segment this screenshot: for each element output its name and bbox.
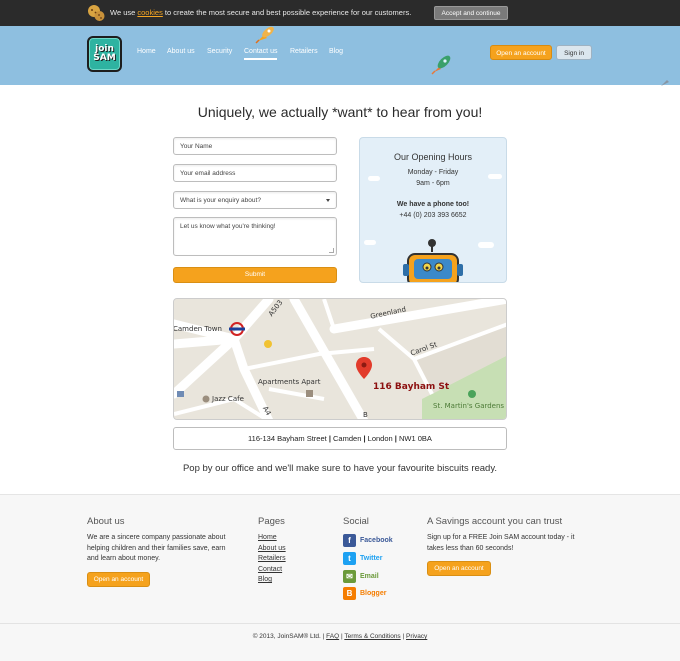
nav-contact-us[interactable]: Contact us [244, 48, 278, 60]
about-text: We are a sincere company passionate abou… [87, 534, 226, 562]
pages-heading: Pages [258, 516, 285, 527]
name-field[interactable]: Your Name [173, 137, 337, 155]
footer-divider [0, 623, 680, 624]
footer-savings-open-account-button[interactable]: Open an account [427, 561, 491, 576]
site-footer: About us We are a sincere company passio… [0, 494, 680, 661]
office-tagline: Pop by our office and we'll make sure to… [182, 463, 498, 474]
rocket-icon [661, 80, 669, 86]
location-map[interactable]: Camden Town A503 Greenland Carol St Apar… [173, 298, 507, 420]
email-icon: ✉ [343, 570, 356, 583]
phone-number[interactable]: +44 (0) 203 393 6652 [360, 212, 506, 219]
hours-time: 9am - 6pm [416, 180, 450, 187]
map-marker-label: 116 Bayham St [373, 382, 450, 392]
map-label: Jazz Cafe [212, 395, 244, 403]
enquiry-select[interactable]: What is your enquiry about? [173, 191, 337, 209]
nav-security[interactable]: Security [207, 48, 232, 55]
faq-link[interactable]: FAQ [326, 633, 339, 640]
rocket-icon [255, 26, 274, 44]
footer-link-about-us[interactable]: About us [258, 544, 286, 555]
office-address: 116-134 Bayham Street | Camden | London … [173, 427, 507, 450]
twitter-icon: t [343, 552, 356, 565]
sign-in-button[interactable]: Sign in [556, 45, 592, 60]
nav-about-us[interactable]: About us [167, 48, 195, 55]
cookie-icon [88, 5, 105, 21]
savings-text: Sign up for a FREE Join SAM account toda… [427, 534, 575, 552]
message-textarea[interactable]: Let us know what you're thinking! [173, 217, 337, 256]
chevron-down-icon [326, 199, 330, 202]
enquiry-select-value: What is your enquiry about? [180, 197, 261, 204]
robot-mascot-icon [403, 239, 463, 282]
pages-links: Home About us Retailers Contact Blog [258, 533, 286, 586]
joinsam-logo[interactable]: join SAM [87, 36, 122, 72]
accept-cookies-button[interactable]: Accept and continue [434, 6, 508, 20]
email-field[interactable]: Your email address [173, 164, 337, 182]
social-heading: Social [343, 516, 369, 527]
footer-link-retailers[interactable]: Retailers [258, 554, 286, 565]
copyright: © 2013, JoinSAM® Ltd. | FAQ | Terms & Co… [252, 633, 428, 640]
opening-hours-card: Our Opening Hours Monday - Friday 9am - … [359, 137, 507, 283]
nav-home[interactable]: Home [137, 48, 156, 55]
about-heading: About us [87, 516, 125, 527]
open-account-button[interactable]: Open an account [490, 45, 552, 60]
phone-heading: We have a phone too! [396, 201, 470, 208]
cookie-message: We use cookies to create the most secure… [110, 8, 412, 17]
blogger-icon: B [343, 587, 356, 600]
submit-button[interactable]: Submit [173, 267, 337, 283]
footer-link-blog[interactable]: Blog [258, 575, 286, 586]
rocket-icon [431, 55, 451, 75]
footer-link-contact[interactable]: Contact [258, 565, 286, 576]
resize-handle[interactable] [329, 248, 334, 253]
map-label: Apartments Apart [258, 378, 321, 386]
map-label: Camden Town [173, 325, 222, 333]
hours-days: Monday - Friday [407, 169, 459, 176]
cookies-link[interactable]: cookies [137, 8, 162, 17]
privacy-link[interactable]: Privacy [406, 633, 427, 640]
cloud-decoration [478, 242, 494, 248]
nav-blog[interactable]: Blog [329, 48, 343, 55]
facebook-icon: f [343, 534, 356, 547]
map-label: B [363, 411, 368, 419]
hours-title: Our Opening Hours [393, 152, 473, 162]
message-placeholder: Let us know what you're thinking! [180, 223, 276, 230]
cloud-decoration [364, 240, 376, 245]
savings-heading: A Savings account you can trust [427, 516, 563, 527]
footer-open-account-button[interactable]: Open an account [87, 572, 150, 587]
map-label: St. Martin's Gardens [433, 402, 505, 410]
nav-retailers[interactable]: Retailers [290, 48, 318, 55]
terms-link[interactable]: Terms & Conditions [344, 633, 400, 640]
cookie-bar: We use cookies to create the most secure… [0, 0, 680, 26]
page-title: Uniquely, we actually *want* to hear fro… [197, 104, 483, 120]
footer-link-home[interactable]: Home [258, 533, 286, 544]
